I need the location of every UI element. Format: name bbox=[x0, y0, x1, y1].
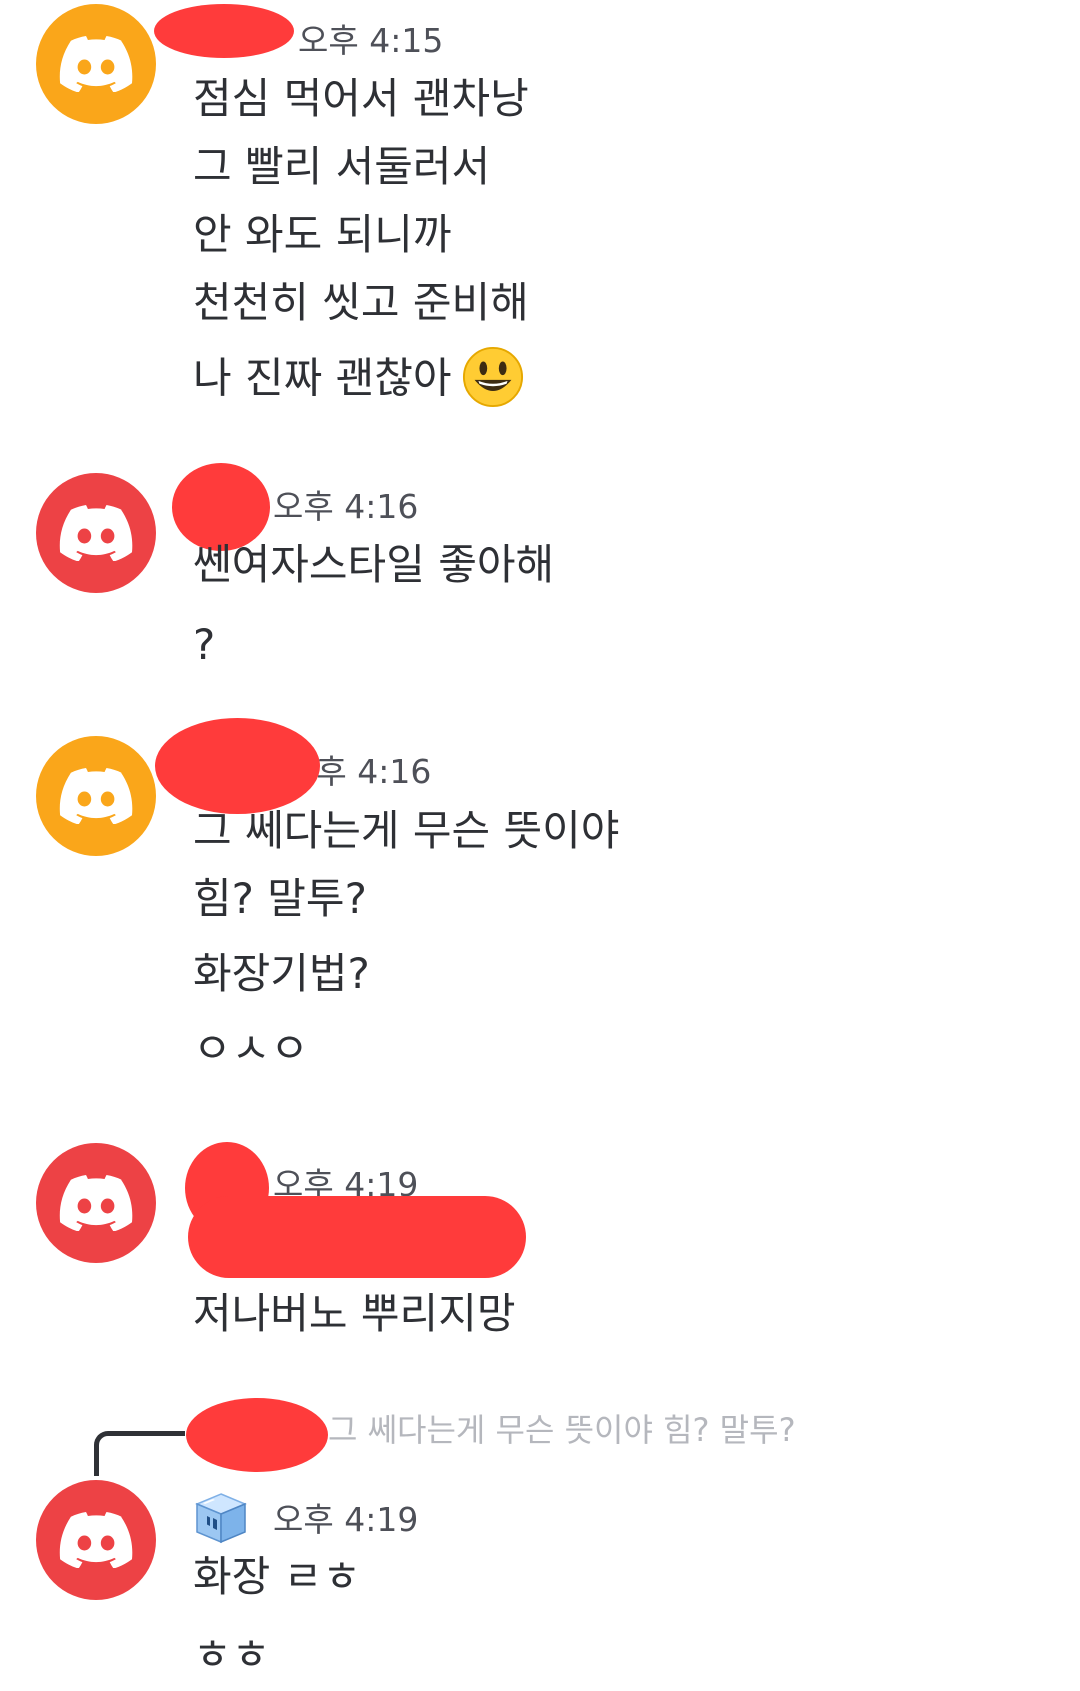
message-line: 그 쎄다는게 무슨 뜻이야 bbox=[193, 806, 620, 855]
grinning-face-emoji bbox=[462, 346, 523, 408]
redacted-username bbox=[155, 718, 320, 814]
discord-logo-icon bbox=[59, 505, 133, 561]
message-line: ㅎㅎ bbox=[193, 1630, 271, 1679]
message-line: 나 진짜 괜찮아 bbox=[193, 346, 524, 408]
user-avatar[interactable] bbox=[36, 473, 156, 593]
message-line: ㅇㅅㅇ bbox=[193, 1024, 309, 1073]
discord-logo-icon bbox=[59, 36, 133, 92]
redacted-reply-username bbox=[186, 1398, 328, 1472]
user-avatar[interactable] bbox=[36, 1143, 156, 1263]
discord-logo-icon bbox=[59, 768, 133, 824]
ice-cube-icon bbox=[195, 1493, 247, 1544]
user-avatar[interactable] bbox=[36, 736, 156, 856]
user-avatar[interactable] bbox=[36, 1480, 156, 1600]
user-avatar[interactable] bbox=[36, 4, 156, 124]
message-line: 그 빨리 서둘러서 bbox=[193, 142, 491, 191]
message-timestamp: 오후 4:15 bbox=[298, 21, 444, 60]
message-text: 나 진짜 괜찮아 bbox=[193, 353, 452, 403]
message-line: 쎈여자스타일 좋아해 bbox=[193, 540, 555, 589]
message-timestamp: 오후 4:19 bbox=[273, 1500, 419, 1539]
message-line: 점심 먹어서 괜차낭 bbox=[193, 74, 529, 123]
redacted-username bbox=[154, 4, 294, 58]
message-line: 안 와도 되니까 bbox=[193, 210, 452, 259]
message-line: 화장 ㄹㅎ bbox=[193, 1552, 361, 1601]
message-line: 힘? 말투? bbox=[193, 874, 367, 923]
reply-preview-text[interactable]: 그 쎄다는게 무슨 뜻이야 힘? 말투? bbox=[328, 1414, 796, 1446]
redacted-username bbox=[172, 463, 270, 551]
discord-logo-icon bbox=[59, 1512, 133, 1568]
message-line: 화장기법? bbox=[193, 949, 370, 998]
discord-logo-icon bbox=[59, 1175, 133, 1231]
message-line: 저나버노 뿌리지망 bbox=[193, 1289, 516, 1338]
redacted-message bbox=[188, 1196, 526, 1278]
reply-connector bbox=[94, 1431, 185, 1476]
message-line: ? bbox=[193, 620, 216, 669]
message-line: 천천히 씻고 준비해 bbox=[193, 278, 529, 327]
message-timestamp: 오후 4:16 bbox=[273, 487, 419, 526]
